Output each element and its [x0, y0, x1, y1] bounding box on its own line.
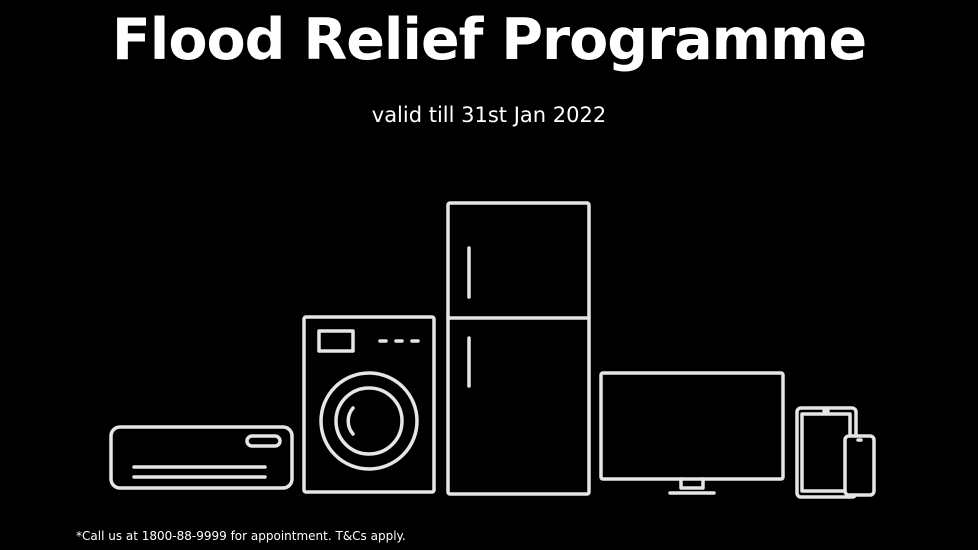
tablet-and-phone-icon [795, 406, 876, 499]
refrigerator-icon [446, 201, 591, 496]
monitor-icon [599, 371, 785, 495]
washing-machine-icon [302, 315, 436, 494]
appliance-illustration [109, 201, 876, 499]
air-conditioner-icon [109, 425, 294, 490]
validity-text: valid till 31st Jan 2022 [371, 103, 607, 127]
page-title: Flood Relief Programme [111, 7, 867, 73]
disclaimer-text: *Call us at 1800-88-9999 for appointment… [76, 529, 406, 543]
